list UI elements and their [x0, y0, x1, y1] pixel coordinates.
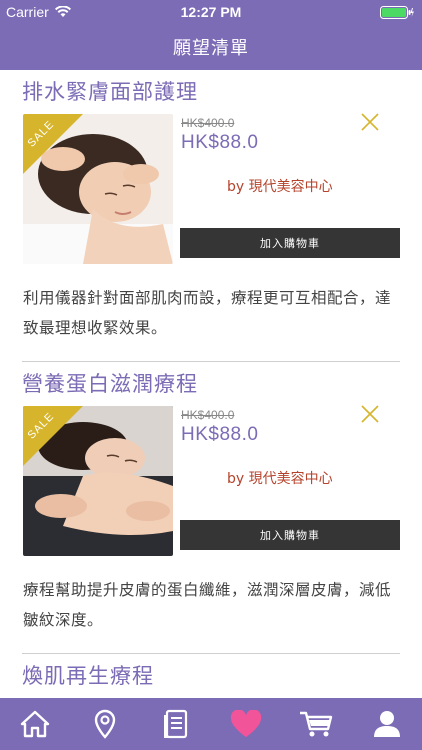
- wishlist-item: 營養蛋白滋潤療程 SALE HK$400.0 HK$88.0 by 現代美容中心…: [0, 362, 422, 654]
- wishlist-list[interactable]: 排水緊膚面部護理 SALE HK$400.0 HK$88.0 by 現代美容中心…: [0, 70, 422, 698]
- location-pin-icon: [95, 709, 116, 739]
- add-to-cart-button[interactable]: 加入購物車: [180, 520, 400, 550]
- wishlist-item: 煥肌再生療程: [0, 654, 422, 692]
- item-title[interactable]: 排水緊膚面部護理: [22, 70, 400, 108]
- battery-icon: [380, 6, 414, 19]
- sale-price: HK$88.0: [181, 132, 259, 153]
- product-image[interactable]: SALE: [23, 406, 173, 556]
- vendor-name[interactable]: by 現代美容中心: [227, 176, 333, 196]
- original-price: HK$400.0: [181, 408, 235, 422]
- wishlist-item: 排水緊膚面部護理 SALE HK$400.0 HK$88.0 by 現代美容中心…: [0, 70, 422, 362]
- item-title[interactable]: 煥肌再生療程: [22, 654, 400, 692]
- item-body: SALE HK$400.0 HK$88.0 by 現代美容中心 加入購物車: [22, 400, 400, 560]
- remove-item-button[interactable]: [360, 404, 380, 424]
- remove-item-button[interactable]: [360, 112, 380, 132]
- tab-location[interactable]: [70, 698, 140, 750]
- cart-icon: [300, 711, 333, 737]
- tab-wishlist[interactable]: [211, 698, 281, 750]
- user-icon: [373, 711, 400, 737]
- tab-bar: [0, 698, 422, 750]
- close-icon: [361, 405, 379, 423]
- item-description: 利用儀器針對面部肌肉而設，療程更可互相配合，達致最理想收緊效果。: [23, 289, 392, 337]
- page-title: 願望清單: [173, 38, 249, 59]
- add-to-cart-button[interactable]: 加入購物車: [180, 228, 400, 258]
- tab-home[interactable]: [0, 698, 70, 750]
- tab-profile[interactable]: [352, 698, 422, 750]
- item-description: 療程幫助提升皮膚的蛋白纖維，滋潤深層皮膚，減低皺紋深度。: [23, 581, 392, 629]
- status-time: 12:27 PM: [180, 4, 242, 20]
- product-image[interactable]: SALE: [23, 114, 173, 264]
- status-bar: Carrier 12:27 PM: [0, 0, 422, 24]
- document-icon: [163, 709, 187, 739]
- vendor-name[interactable]: by 現代美容中心: [227, 468, 333, 488]
- home-icon: [20, 710, 50, 738]
- original-price: HK$400.0: [181, 116, 235, 130]
- heart-icon: [231, 710, 262, 737]
- close-icon: [361, 113, 379, 131]
- item-title[interactable]: 營養蛋白滋潤療程: [22, 362, 400, 400]
- item-body: SALE HK$400.0 HK$88.0 by 現代美容中心 加入購物車: [22, 108, 400, 268]
- tab-cart[interactable]: [281, 698, 351, 750]
- sale-price: HK$88.0: [181, 424, 259, 445]
- nav-bar: 願望清單: [0, 24, 422, 70]
- tab-articles[interactable]: [141, 698, 211, 750]
